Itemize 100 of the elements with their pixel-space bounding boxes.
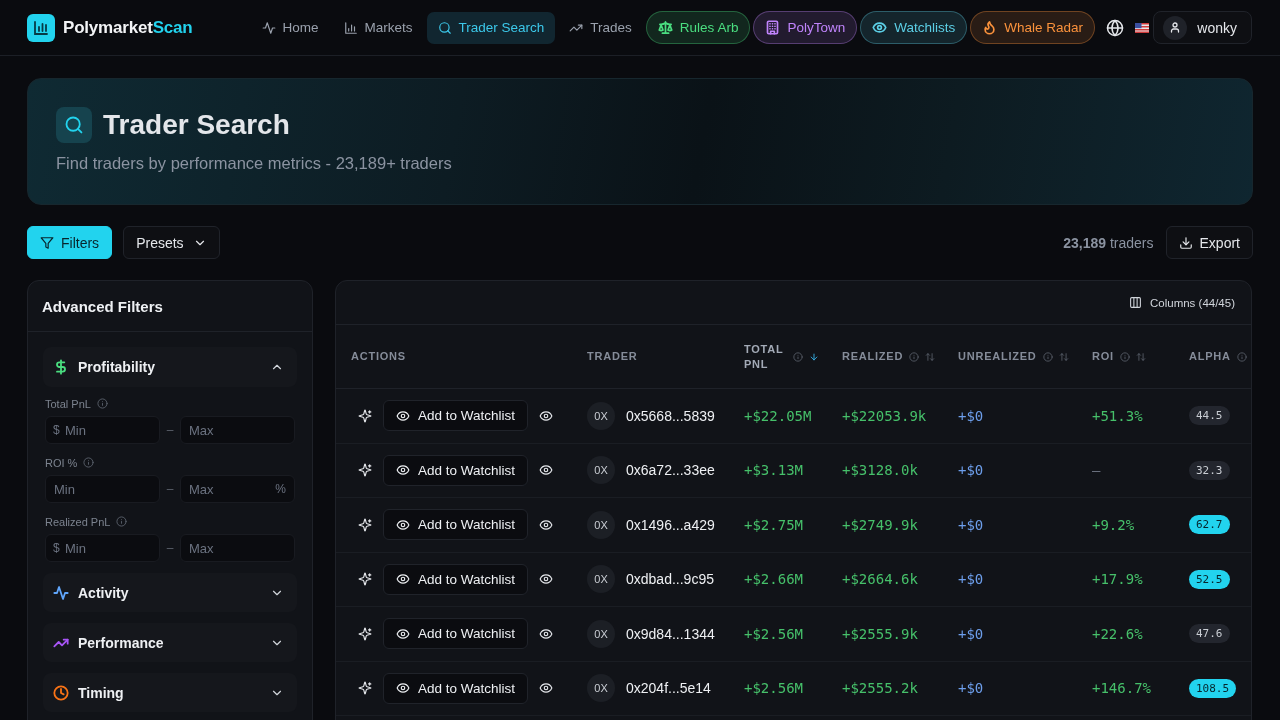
alpha-badge: 47.6 [1189,624,1230,644]
table-cell-text: +$0 [957,679,985,699]
globe-icon[interactable] [1106,18,1124,37]
sparkle-icon[interactable] [358,408,372,423]
eye-icon [396,408,410,423]
flag-icon[interactable] [1135,22,1149,33]
presets-dropdown[interactable]: Presets [123,226,220,259]
trader-avatar: 0X [587,565,615,594]
column-header[interactable]: UNREALIZED [958,349,1037,364]
page-title: Trader Search [103,109,290,141]
eye-icon[interactable] [539,572,554,587]
nav-link[interactable]: Trades [558,11,643,44]
user-menu-button[interactable]: wonky [1153,11,1252,44]
table-cell-text: +17.9% [1091,570,1144,590]
sparkle-icon[interactable] [358,681,372,696]
unit-symbol: % [275,483,286,495]
trader-avatar: 0X [587,456,615,485]
columns-button[interactable]: Columns (44/45) [1129,296,1235,309]
add-to-watchlist-button[interactable]: Add to Watchlist [383,618,529,650]
download-icon [1178,235,1193,250]
eye-icon [396,463,410,478]
field-label: Realized PnL [45,515,111,528]
export-button[interactable]: Export [1165,226,1253,259]
table-cell-text: +$3.13M [743,461,804,481]
nav-link[interactable]: Markets [332,11,424,44]
field-label: ROI % [45,456,78,469]
trader-count: 23,189 traders [1063,234,1154,251]
currency-symbol: $ [53,424,60,436]
column-header: ALPHA [1189,349,1231,364]
nav-pill[interactable]: Watchlists [860,11,968,44]
range-separator: – [165,482,175,496]
add-to-watchlist-button[interactable]: Add to Watchlist [383,672,529,704]
nav-link[interactable]: Home [250,11,330,44]
add-to-watchlist-button[interactable]: Add to Watchlist [383,454,529,486]
max-input[interactable]: Max [180,534,295,562]
currency-symbol: $ [53,542,60,554]
page-subtitle: Find traders by performance metrics - 23,189+ traders [56,154,453,173]
table-cell-text: +$0 [957,570,985,590]
column-header[interactable]: ROI [1092,349,1114,364]
table-cell-text: +$3128.0k [841,461,919,481]
nav-pill[interactable]: Rules Arb [645,11,751,44]
sparkle-icon[interactable] [358,626,372,641]
max-input[interactable]: Max [180,416,295,444]
bar-chart-icon [343,20,358,35]
eye-icon [396,572,410,587]
trader-address[interactable]: 0x1496...a429 [626,516,715,533]
eye-icon[interactable] [539,463,554,478]
table-cell-text: +$2555.9k [841,624,919,644]
eye-icon[interactable] [539,681,554,696]
filters-button[interactable]: Filters [27,226,113,259]
nav-pill[interactable]: PolyTown [753,11,858,44]
table-cell-text: +$2.56M [743,679,804,699]
eye-icon [396,681,410,696]
sparkle-icon[interactable] [358,463,372,478]
column-header[interactable]: REALIZED [842,349,904,364]
min-input[interactable]: Min [45,475,160,503]
table-cell-text: +51.3% [1091,406,1144,426]
table-cell-text: +$0 [957,461,985,481]
field-label: Total PnL [45,397,91,410]
trader-address[interactable]: 0x9d84...1344 [626,625,715,642]
table-cell-text: +$0 [957,624,985,644]
table-cell-text: +$2555.2k [841,679,919,699]
filter-icon [40,235,54,250]
filter-section-header[interactable]: Performance [43,623,297,662]
alpha-badge: 62.7 [1189,515,1230,535]
trader-avatar: 0X [587,510,615,539]
columns-icon [1129,296,1142,309]
eye-icon[interactable] [539,626,554,641]
column-header[interactable]: TOTAL PNL [744,342,787,371]
trader-address[interactable]: 0x6a72...33ee [626,462,715,479]
user-icon [1163,15,1188,40]
table-cell-text: +$2.66M [743,570,804,590]
filter-section-header[interactable]: Timing [43,673,297,712]
trader-address[interactable]: 0xdbad...9c95 [626,571,714,588]
table-cell-text: +9.2% [1091,515,1136,535]
nav-pill[interactable]: Whale Radar [970,11,1095,44]
add-to-watchlist-button[interactable]: Add to Watchlist [383,509,529,541]
sparkle-icon[interactable] [358,517,372,532]
eye-icon[interactable] [539,408,554,423]
filter-section-header[interactable]: Profitability [43,347,297,387]
sparkle-icon[interactable] [358,572,372,587]
add-to-watchlist-button[interactable]: Add to Watchlist [383,400,529,432]
arrow-down-icon[interactable] [809,351,819,362]
info-icon[interactable] [96,398,108,409]
table-cell-text: +$0 [957,515,985,535]
table-cell-text: +$2.75M [743,515,804,535]
range-separator: – [165,423,175,437]
logo-icon[interactable] [27,13,55,42]
trader-address[interactable]: 0x204f...5e14 [626,680,711,697]
eye-icon[interactable] [539,517,554,532]
filter-section-header[interactable]: Activity [43,573,297,612]
search-icon [56,107,92,143]
brand-name[interactable]: PolymarketScan [63,17,193,38]
panel-title: Advanced Filters [28,281,312,332]
info-icon[interactable] [83,457,95,468]
table-cell-text: +$22.05M [743,406,813,426]
nav-link[interactable]: Trader Search [426,11,556,44]
trader-address[interactable]: 0x5668...5839 [626,407,715,424]
info-icon[interactable] [116,516,128,527]
add-to-watchlist-button[interactable]: Add to Watchlist [383,563,529,595]
